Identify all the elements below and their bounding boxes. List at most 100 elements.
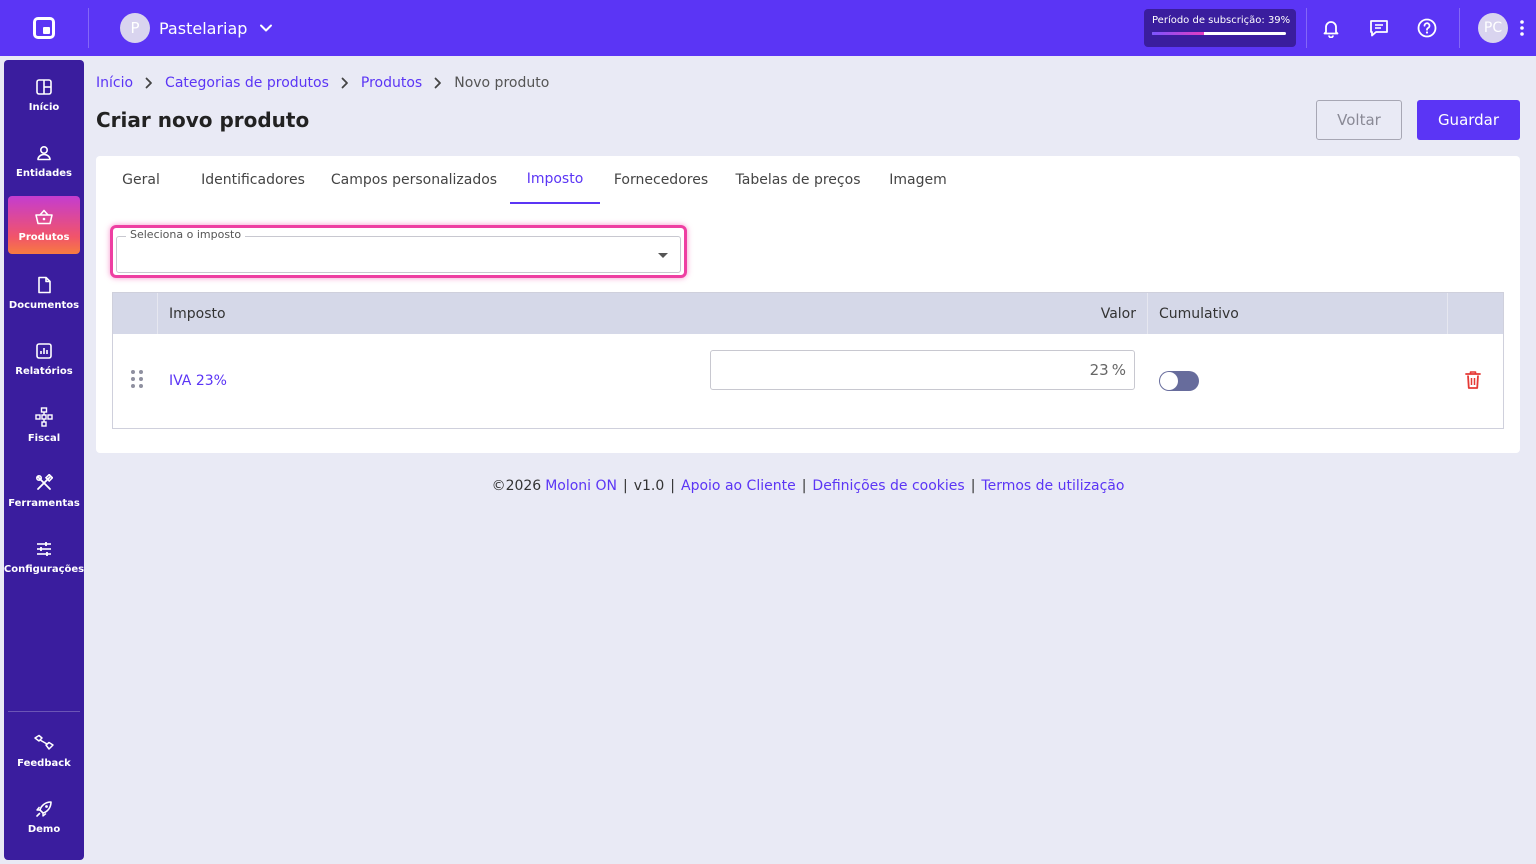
column-divider bbox=[157, 293, 158, 334]
column-divider bbox=[1147, 293, 1148, 334]
footer-separator: | bbox=[801, 478, 807, 494]
top-bar: P Pastelariap Período de subscrição: 39%… bbox=[0, 0, 1536, 56]
delete-button[interactable] bbox=[1465, 370, 1481, 394]
breadcrumb-current: Novo produto bbox=[454, 75, 550, 91]
tax-value-suffix: % bbox=[1111, 361, 1126, 379]
chevron-right-icon bbox=[145, 77, 153, 89]
tab-identificadores[interactable]: Identificadores bbox=[190, 156, 316, 204]
footer-cookies-link[interactable]: Definições de cookies bbox=[812, 478, 964, 494]
breadcrumb: Início Categorias de produtos Produtos N… bbox=[96, 75, 549, 91]
sidebar-item-documentos[interactable]: Documentos bbox=[8, 264, 80, 322]
footer-terms-link[interactable]: Termos de utilização bbox=[981, 478, 1124, 494]
company-switcher[interactable]: P Pastelariap bbox=[120, 13, 273, 43]
chat-icon bbox=[1370, 20, 1388, 37]
sidebar-item-label: Entidades bbox=[16, 167, 72, 179]
footer-separator: | bbox=[670, 478, 676, 494]
tab-imposto[interactable]: Imposto bbox=[510, 156, 600, 204]
breadcrumb-link-inicio[interactable]: Início bbox=[96, 75, 133, 91]
sidebar-item-fiscal[interactable]: Fiscal bbox=[8, 396, 80, 454]
footer-support-link[interactable]: Apoio ao Cliente bbox=[681, 478, 796, 494]
subscription-label: Período de subscrição: 39% bbox=[1152, 15, 1291, 26]
top-divider bbox=[88, 8, 89, 48]
company-name: Pastelariap bbox=[159, 18, 248, 38]
sidebar-item-label: Feedback bbox=[17, 757, 71, 769]
sidebar-item-inicio[interactable]: Início bbox=[8, 66, 80, 124]
report-icon bbox=[36, 342, 52, 359]
hierarchy-icon bbox=[35, 406, 53, 427]
tab-fornecedores[interactable]: Fornecedores bbox=[608, 156, 714, 204]
tax-value: 23 bbox=[1089, 361, 1109, 379]
feedback-icon bbox=[34, 734, 54, 750]
footer-copyright: ©2026 bbox=[491, 478, 542, 494]
sidebar-item-produtos[interactable]: Produtos bbox=[8, 196, 80, 254]
tab-campos-personalizados[interactable]: Campos personalizados bbox=[328, 156, 500, 204]
sidebar-item-label: Documentos bbox=[8, 299, 80, 311]
column-header-cumulativo: Cumulativo bbox=[1159, 305, 1239, 322]
user-avatar[interactable]: PC bbox=[1478, 13, 1508, 43]
toggle-knob bbox=[1160, 372, 1178, 390]
column-header-valor: Valor bbox=[1100, 305, 1136, 322]
sidebar-item-label: Produtos bbox=[18, 231, 70, 243]
tab-geral[interactable]: Geral bbox=[110, 156, 172, 204]
kebab-menu-icon bbox=[1520, 20, 1524, 36]
footer-brand-link[interactable]: Moloni ON bbox=[545, 478, 617, 494]
tax-table: Imposto Valor Cumulativo IVA 23% 23 % bbox=[112, 292, 1504, 429]
footer-separator: | bbox=[970, 478, 976, 494]
sidebar-item-label: Configurações bbox=[3, 563, 85, 575]
page-title: Criar novo produto bbox=[96, 108, 310, 132]
sidebar-item-demo[interactable]: Demo bbox=[8, 788, 80, 846]
footer-separator: | bbox=[623, 478, 628, 494]
tax-select-highlight: Seleciona o imposto bbox=[110, 225, 687, 278]
more-menu-button[interactable] bbox=[1508, 0, 1536, 56]
basket-icon bbox=[35, 209, 53, 224]
sidebar-item-relatorios[interactable]: Relatórios bbox=[8, 330, 80, 388]
sidebar-item-label: Fiscal bbox=[27, 432, 61, 444]
document-icon bbox=[38, 276, 51, 293]
app-logo[interactable] bbox=[0, 0, 88, 56]
drag-handle-icon[interactable] bbox=[131, 370, 143, 388]
chevron-right-icon bbox=[341, 77, 349, 89]
tax-value-input[interactable]: 23 % bbox=[710, 350, 1135, 390]
tab-imagem[interactable]: Imagem bbox=[882, 156, 954, 204]
help-button[interactable] bbox=[1403, 0, 1451, 56]
sidebar-item-label: Ferramentas bbox=[8, 497, 80, 509]
notifications-button[interactable] bbox=[1307, 0, 1355, 56]
footer: ©2026 Moloni ON | v1.0 | Apoio ao Client… bbox=[0, 478, 1536, 494]
chevron-down-icon bbox=[259, 21, 273, 35]
sidebar-item-feedback[interactable]: Feedback bbox=[8, 722, 80, 780]
product-form-card: Geral Identificadores Campos personaliza… bbox=[96, 156, 1520, 453]
tax-select[interactable]: Seleciona o imposto bbox=[116, 228, 681, 273]
subscription-progress-bar bbox=[1152, 32, 1286, 35]
table-header: Imposto Valor Cumulativo bbox=[113, 293, 1503, 334]
logo-icon bbox=[33, 17, 55, 39]
sidebar-divider bbox=[8, 711, 80, 712]
sidebar: Início Entidades Produtos Documentos Rel… bbox=[4, 60, 84, 860]
user-icon bbox=[37, 145, 51, 160]
sidebar-item-label: Relatórios bbox=[15, 365, 73, 377]
subscription-period[interactable]: Período de subscrição: 39% bbox=[1144, 9, 1296, 47]
save-button[interactable]: Guardar bbox=[1417, 100, 1520, 140]
column-divider bbox=[1447, 293, 1448, 334]
messages-button[interactable] bbox=[1355, 0, 1403, 56]
help-icon bbox=[1417, 18, 1437, 38]
tab-tabelas-de-precos[interactable]: Tabelas de preços bbox=[730, 156, 866, 204]
tax-name-link[interactable]: IVA 23% bbox=[169, 373, 227, 389]
company-avatar: P bbox=[120, 13, 150, 43]
chevron-right-icon bbox=[434, 77, 442, 89]
sidebar-item-entidades[interactable]: Entidades bbox=[8, 132, 80, 190]
caret-down-icon bbox=[658, 253, 668, 258]
back-button[interactable]: Voltar bbox=[1316, 100, 1402, 140]
rocket-icon bbox=[36, 800, 52, 817]
breadcrumb-link-categorias[interactable]: Categorias de produtos bbox=[165, 75, 329, 91]
column-header-imposto: Imposto bbox=[169, 305, 226, 322]
footer-version: v1.0 bbox=[633, 478, 665, 494]
breadcrumb-link-produtos[interactable]: Produtos bbox=[361, 75, 422, 91]
dashboard-icon bbox=[36, 78, 52, 95]
sliders-icon bbox=[37, 541, 51, 556]
bell-icon bbox=[1323, 21, 1339, 38]
cumulative-toggle[interactable] bbox=[1159, 371, 1199, 391]
sidebar-item-configuracoes[interactable]: Configurações bbox=[4, 528, 84, 586]
sidebar-item-label: Demo bbox=[27, 823, 61, 835]
tax-select-label: Seleciona o imposto bbox=[126, 228, 246, 241]
trash-icon bbox=[1465, 371, 1481, 389]
